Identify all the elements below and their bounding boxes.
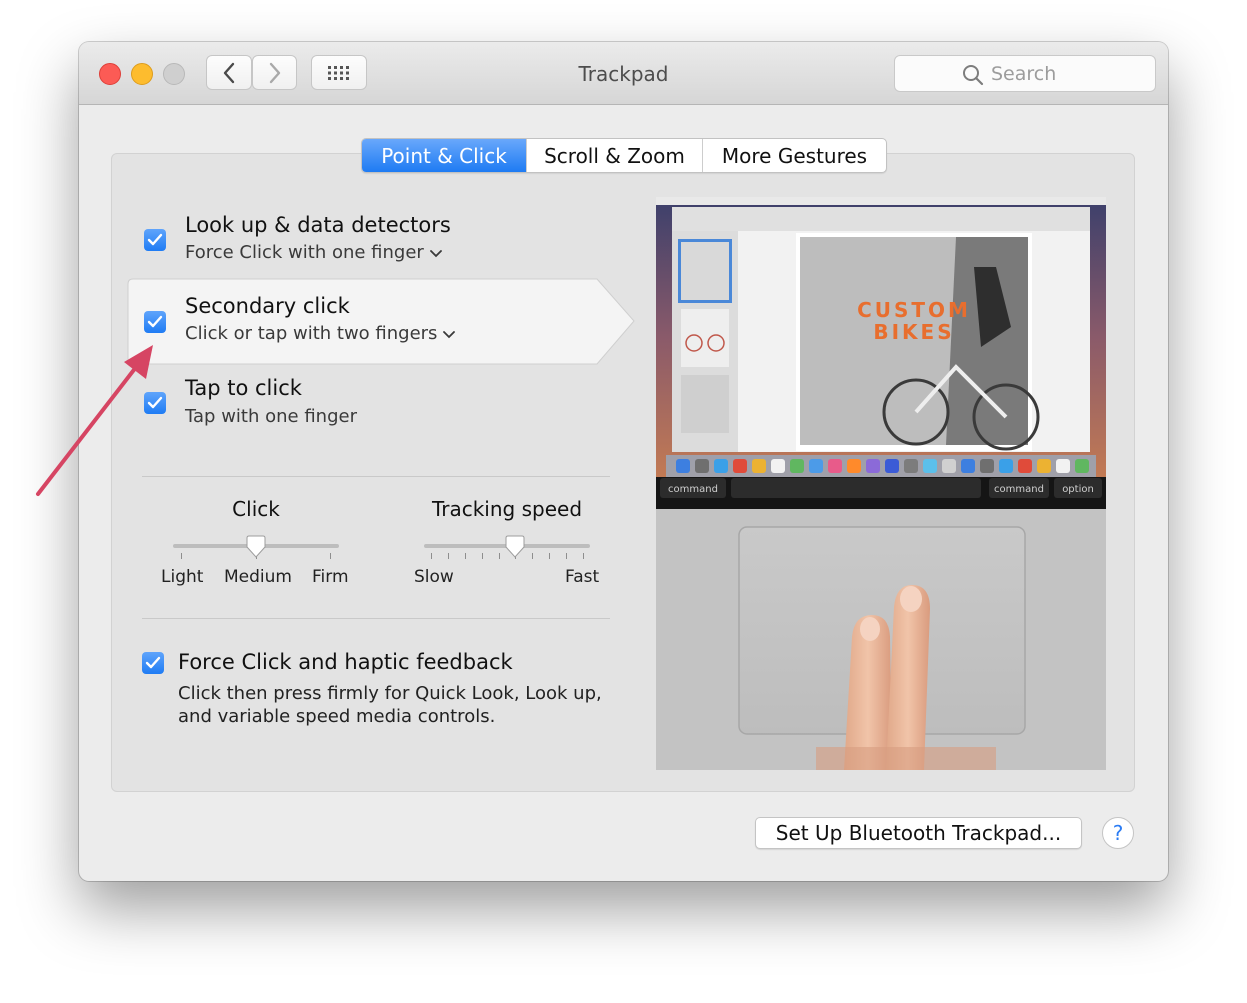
setup-bluetooth-trackpad-button[interactable]: Set Up Bluetooth Trackpad... [755,817,1082,849]
slider-tick [499,553,500,559]
selected-row-highlight [127,278,635,365]
force-click-description-line1: Click then press firmly for Quick Look, … [178,683,602,704]
dock-app-icon [980,459,994,473]
checkmark-icon [147,396,163,409]
slider-tick [566,553,567,559]
help-button[interactable]: ? [1102,817,1134,849]
tab-point-click[interactable]: Point & Click [362,139,527,172]
dock-app-icon [695,459,709,473]
tab-more-gestures[interactable]: More Gestures [703,139,886,172]
key-command-right: command [994,484,1044,495]
tab-scroll-zoom[interactable]: Scroll & Zoom [527,139,703,172]
dock-app-icon [828,459,842,473]
dock-app-icon [866,459,880,473]
click-label-light: Light [161,567,204,587]
dock-app-icon [809,459,823,473]
lookup-gesture-menu[interactable]: Force Click with one finger [185,242,442,263]
tab-bar: Point & Click Scroll & Zoom More Gesture… [361,138,887,173]
slider-tick [482,553,483,559]
tracking-slider-title: Tracking speed [431,497,583,521]
divider [142,618,610,619]
chevron-down-icon [443,331,456,339]
force-click-title: Force Click and haptic feedback [178,650,513,674]
divider [142,476,610,477]
checkmark-icon [147,233,163,246]
dock-app-icon [733,459,747,473]
slider-tick [549,553,550,559]
dock-app-icon [1056,459,1070,473]
slider-tick [431,553,432,559]
dock-app-icon [752,459,766,473]
slider-tick [448,553,449,559]
lookup-title: Look up & data detectors [185,213,451,237]
search-placeholder: Search [991,63,1057,85]
checkmark-icon [147,315,163,328]
dock-app-icon [676,459,690,473]
key-command-left: command [668,484,718,495]
dock-app-icon [923,459,937,473]
preview-headline-line1: CUSTOM [857,298,971,322]
click-label-firm: Firm [312,567,349,587]
secondary-click-gesture-menu[interactable]: Click or tap with two fingers [185,323,456,344]
secondary-click-subtitle: Click or tap with two fingers [185,323,438,344]
search-field[interactable]: Search [894,55,1156,92]
checkmark-icon [145,656,161,669]
lookup-checkbox[interactable] [144,229,166,251]
slider-tick [181,553,182,559]
trackpad-preferences-window: Trackpad Search Point & Click Scroll & Z… [79,42,1168,881]
slider-tick [583,553,584,559]
dock-app-icon [885,459,899,473]
click-slider-title: Click [232,497,280,521]
click-label-medium: Medium [224,567,292,587]
search-icon [963,65,984,86]
dock-app-icon [942,459,956,473]
slider-tick [465,553,466,559]
lookup-subtitle: Force Click with one finger [185,242,424,263]
dock-app-icon [1075,459,1089,473]
dock-app-icon [771,459,785,473]
tap-to-click-subtitle: Tap with one finger [185,406,357,427]
dock-app-icon [714,459,728,473]
dock-app-icon [1037,459,1051,473]
force-click-description: Click then press firmly for Quick Look, … [178,682,602,728]
dock-app-icon [847,459,861,473]
title-bar: Trackpad Search [79,42,1168,105]
tracking-label-fast: Fast [565,567,600,587]
dock-app-icon [999,459,1013,473]
force-click-description-line2: and variable speed media controls. [178,706,496,727]
preview-headline-line2: BIKES [873,320,954,344]
secondary-click-checkbox[interactable] [144,311,166,333]
force-click-checkbox[interactable] [142,652,164,674]
tap-to-click-title: Tap to click [185,376,302,400]
dock-app-icon [790,459,804,473]
tracking-label-slow: Slow [414,567,454,587]
secondary-click-title: Secondary click [185,294,350,318]
key-option: option [1062,484,1094,495]
slider-tick [330,553,331,559]
chevron-down-icon [429,250,442,258]
click-slider-thumb[interactable] [246,535,266,559]
dock-app-icon [904,459,918,473]
tracking-slider-thumb[interactable] [505,535,525,559]
gesture-preview-video: CUSTOM BIKES command command option [656,197,1106,770]
dock-app-icon [1018,459,1032,473]
slider-tick [532,553,533,559]
tap-to-click-checkbox[interactable] [144,392,166,414]
dock-app-icon [961,459,975,473]
